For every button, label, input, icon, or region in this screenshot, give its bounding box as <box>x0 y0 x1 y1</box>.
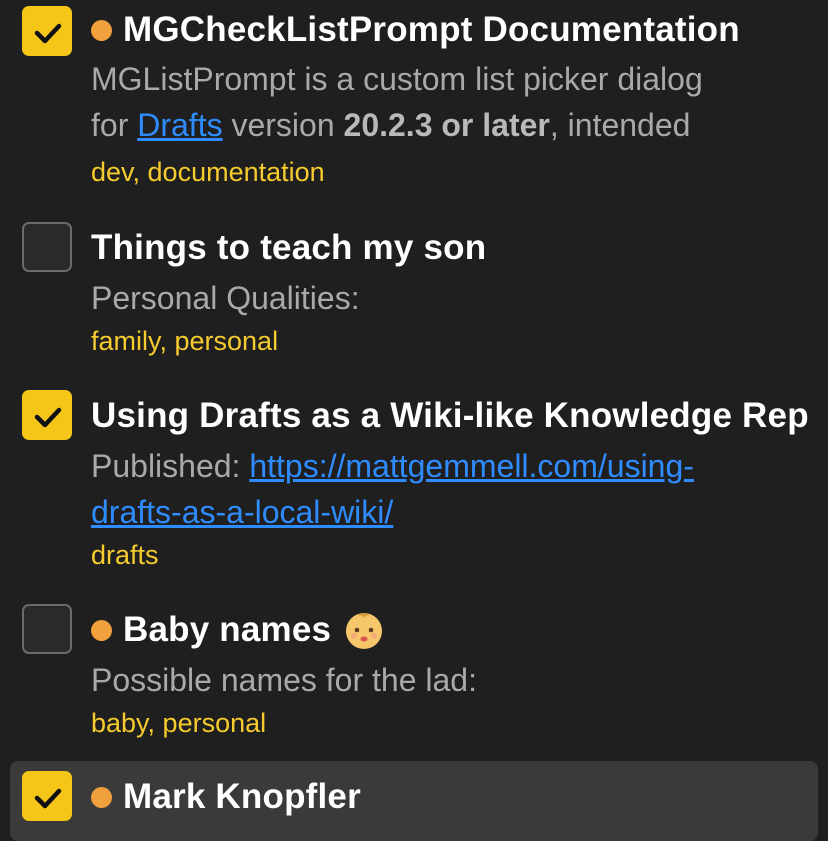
flag-dot-icon <box>91 619 112 641</box>
baby-face-icon <box>346 613 383 649</box>
checkbox-checked[interactable] <box>22 771 72 821</box>
list-item-selected[interactable]: Mark Knopfler <box>10 761 818 841</box>
item-body: Possible names for the lad: <box>91 662 477 698</box>
item-title: Things to teach my son <box>91 228 487 267</box>
list-item[interactable]: MGCheckListPrompt Documentation MGListPr… <box>0 0 828 200</box>
list-item[interactable]: Using Drafts as a Wiki-like Knowledge Re… <box>0 370 828 590</box>
checkmark-icon <box>34 407 62 428</box>
item-title: Using Drafts as a Wiki-like Knowledge Re… <box>91 396 809 435</box>
flag-dot-icon <box>91 786 112 808</box>
item-title: Baby names <box>123 610 332 649</box>
checkbox-checked[interactable] <box>22 6 72 56</box>
item-body: MGListPrompt is a custom list picker dia… <box>91 61 703 143</box>
checkbox-unchecked[interactable] <box>22 222 72 272</box>
flag-dot-icon <box>91 19 112 41</box>
list-item[interactable]: Things to teach my son Personal Qualitie… <box>0 200 828 370</box>
list-item[interactable]: Baby names Possible names for the lad: b… <box>0 590 828 760</box>
item-tags: baby, personal <box>91 708 267 738</box>
item-title: Mark Knopfler <box>123 777 361 816</box>
article-link[interactable]: https://mattgemmell.com/using- <box>249 448 694 484</box>
item-tags: family, personal <box>91 326 279 356</box>
checkbox-checked[interactable] <box>22 390 72 440</box>
checkmark-icon <box>34 23 62 44</box>
item-tags: dev, documentation <box>91 157 325 187</box>
drafts-link[interactable]: Drafts <box>137 107 222 143</box>
item-body: Published: https://mattgemmell.com/using… <box>91 448 694 530</box>
item-tags: drafts <box>91 540 159 570</box>
item-title: MGCheckListPrompt Documentation <box>123 10 740 49</box>
item-body: Personal Qualities: <box>91 280 360 316</box>
article-link-continued[interactable]: drafts-as-a-local-wiki/ <box>91 494 393 530</box>
checkmark-icon <box>34 788 62 809</box>
checkbox-unchecked[interactable] <box>22 604 72 654</box>
